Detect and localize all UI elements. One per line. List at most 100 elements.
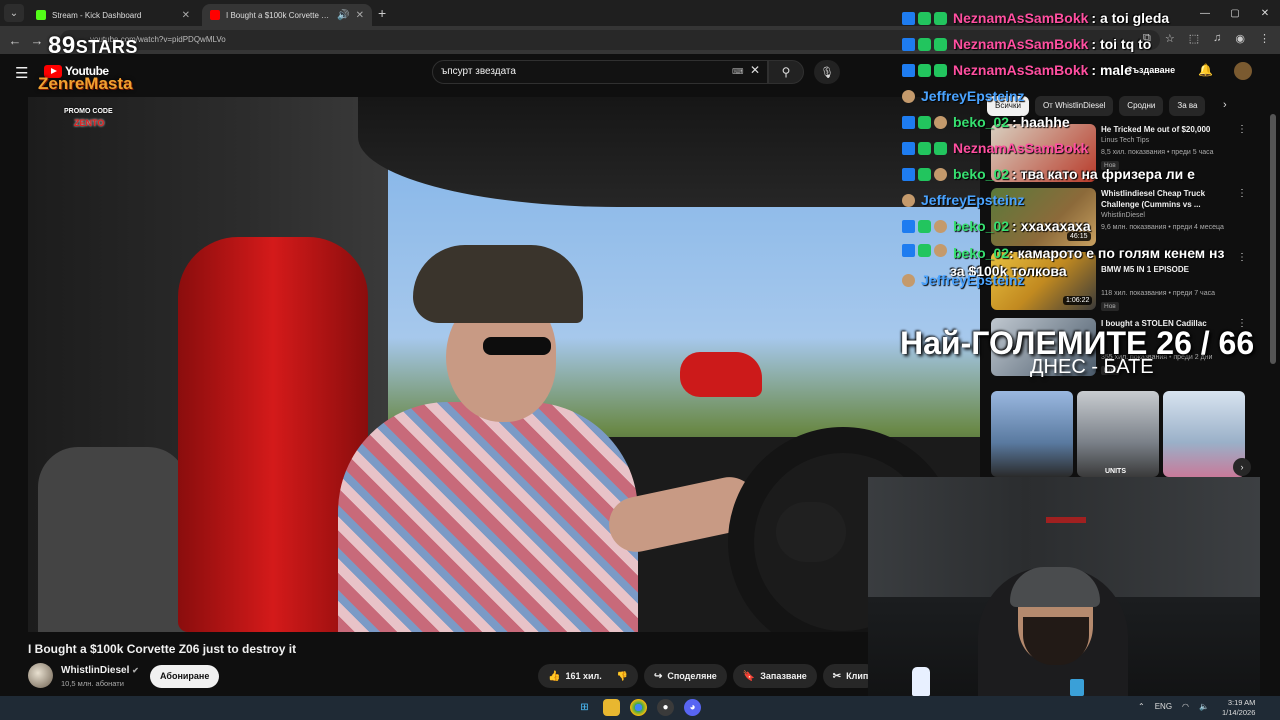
tray-chevron-icon[interactable]: ⌃ [1138,702,1145,711]
language-indicator[interactable]: ENG [1155,702,1172,711]
extensions-icon[interactable]: ⬚ [1189,32,1199,45]
toolbar-icons: ⧉ ☆ ⬚ ♫ ◉ ⋮ [1143,32,1270,45]
promo-code: ZENTO [74,118,105,128]
clock-date: 1/14/2026 [1222,708,1256,717]
chevron-right-icon[interactable]: › [1223,99,1227,111]
share-button[interactable]: ↪ Споделяне [643,664,727,688]
tab-title: I Bought a $100k Corvette Z06 just to de… [226,10,331,20]
share-arrow-icon: ↪ [653,670,663,682]
kick-favicon-icon [36,10,46,20]
short-thumbnail[interactable]: UNITS [1077,391,1159,477]
search-icon: ⚲ [781,65,791,79]
tab-youtube-video[interactable]: I Bought a $100k Corvette Z06 just to de… [202,4,372,26]
streamer-cap [1010,567,1100,607]
shorts-next-arrow-icon[interactable]: › [1233,458,1251,476]
obs-icon[interactable]: ● [657,699,674,716]
recommendation-channel: WhistlinDiesel [1101,212,1145,219]
badge-icon [918,219,931,233]
keyboard-icon[interactable]: ⌨ [732,67,744,76]
chat-username: NeznamAsSamBokk [953,140,1089,156]
video-player[interactable] [28,97,980,632]
windows-taskbar: ⊞ ● ◕ ⌃ ENG ◠ 🔈 3:19 AM 1/14/2026 [0,696,1280,720]
thumbs-down-icon[interactable]: 👎 [617,671,628,682]
profile-icon[interactable]: ◉ [1235,32,1245,45]
close-window-icon[interactable]: ✕ [1250,8,1280,19]
bookmark-star-icon[interactable]: ☆ [1165,32,1175,45]
like-count: 161 хил. [565,671,602,681]
chat-username: JeffreyEpsteinz [921,88,1025,104]
badge-icon [918,244,931,257]
stars-logo: 89STARS [48,32,138,60]
goal-counter-subtitle: ДНЕС - БАТЕ [1030,356,1154,378]
chip-related[interactable]: Сродни [1119,96,1164,116]
close-icon[interactable]: ✕ [356,10,364,21]
avatar-badge-icon [902,273,915,287]
video-actions: 👍 161 хил. 👎 ↪ Споделяне 🔖 Запазване ✂ Клип [538,664,879,688]
badge-icon [902,63,915,77]
recommendation-meta: 9,6 млн. показвания • преди 4 месеца [1101,224,1224,231]
chat-text: : a toi gleda [1091,10,1170,26]
media-control-icon[interactable]: ♫ [1213,32,1221,45]
badge-icon [902,219,915,233]
youtube-favicon-icon [210,10,220,20]
chip-channel[interactable]: От WhistlinDiesel [1034,96,1114,116]
channel-avatar[interactable] [28,663,53,688]
chip-for-you[interactable]: За ва [1169,96,1206,116]
like-button[interactable]: 👍 161 хил. 👎 [538,664,638,688]
more-options-icon[interactable]: ⋮ [1237,124,1247,135]
stream-logo-overlay: 89STARS ZenreMasta PROMO CODE ZENTO [38,22,148,132]
sunglasses [483,337,551,355]
badge-icon [918,63,931,77]
tab-title: Stream - Kick Dashboard [52,10,142,20]
subscribe-button[interactable]: Абониране [150,665,220,688]
page-scrollbar[interactable] [1270,114,1276,364]
windows-start-icon[interactable]: ⊞ [576,699,593,716]
verified-check-icon: ✔ [132,666,139,675]
scissors-icon: ✂ [832,670,842,682]
recommendation-channel: Linus Tech Tips [1101,137,1150,144]
close-icon[interactable]: ✕ [182,10,190,21]
short-thumbnail[interactable] [991,391,1073,477]
chat-text: : ххахахаха [1012,218,1091,234]
account-avatar[interactable] [1234,62,1252,80]
save-button[interactable]: 🔖 Запазване [732,664,817,688]
volume-icon[interactable]: 🔈 [1199,702,1209,711]
badge-icon [918,37,931,51]
speaker-icon[interactable]: 🔊 [337,10,349,21]
chat-message: JeffreyEpsteinz [902,192,1027,208]
side-mirror [680,352,762,397]
system-tray: ⌃ ENG ◠ 🔈 [1138,702,1209,711]
notifications-bell-icon[interactable]: 🔔 [1198,63,1213,77]
taskbar-clock[interactable]: 3:19 AM 1/14/2026 [1222,698,1255,718]
search-input[interactable]: ъпсурт звездата [432,60,768,84]
discord-icon[interactable]: ◕ [684,699,701,716]
search-button[interactable]: ⚲ [768,60,804,84]
chrome-icon[interactable] [630,699,647,716]
more-options-icon[interactable]: ⋮ [1237,188,1247,199]
badge-icon [918,11,931,25]
hamburger-menu-icon[interactable]: ☰ [15,64,28,82]
screen: ⌄ Stream - Kick Dashboard ✕ I Bought a $… [0,0,1280,720]
chat-username: beko_02 [953,245,1010,261]
more-options-icon[interactable]: ⋮ [1237,252,1247,263]
create-button[interactable]: Създаване [1126,65,1175,75]
voice-search-button[interactable]: 🎙 [814,60,840,84]
clear-search-icon[interactable]: ✕ [750,63,760,77]
channel-name[interactable]: WhistlinDiesel ✔ [61,665,139,676]
badge-icon [918,115,931,129]
wifi-icon[interactable]: ◠ [1182,702,1189,711]
minimize-icon[interactable]: — [1190,8,1220,19]
short-label: UNITS [1105,468,1126,475]
back-arrow-icon[interactable]: ← [4,33,26,48]
file-explorer-icon[interactable] [603,699,620,716]
maximize-icon[interactable]: ▢ [1220,8,1250,19]
water-bottle [912,667,930,696]
tab-search-button[interactable]: ⌄ [4,4,24,22]
more-menu-icon[interactable]: ⋮ [1259,32,1270,45]
new-tab-button[interactable]: + [378,5,386,21]
video-duration: 1:06:22 [1063,296,1093,305]
badge-icon [902,115,915,129]
badge-icon [934,37,947,51]
chat-text: : toi tq to [1091,36,1152,52]
badge-icon [934,141,947,155]
